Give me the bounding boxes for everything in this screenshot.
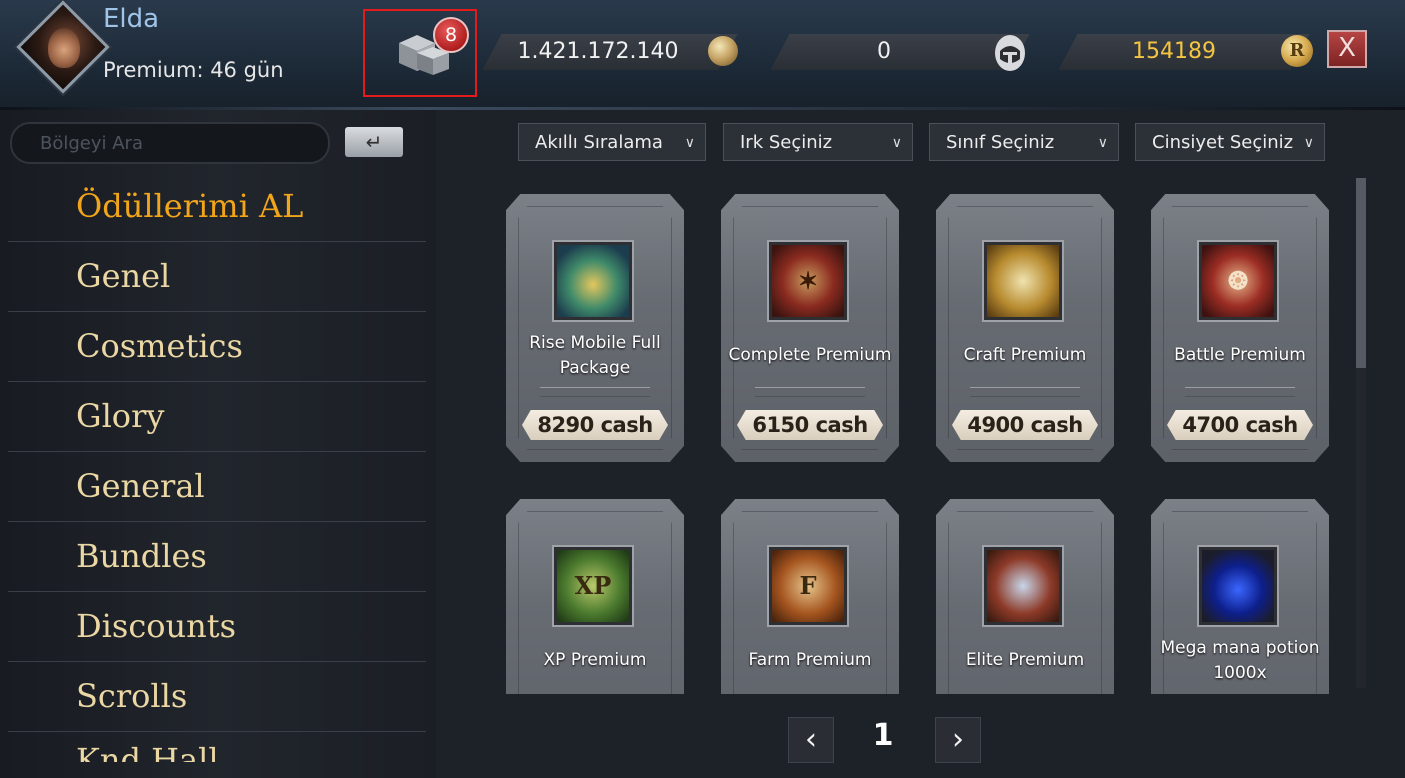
card-divider — [970, 387, 1080, 397]
grid-scrollbar[interactable] — [1356, 178, 1366, 688]
battle-scroll-icon: ❂ — [1199, 242, 1277, 320]
product-card[interactable]: Mega mana potion 1000x — [1151, 499, 1329, 694]
treasure-chest-icon — [554, 242, 632, 320]
gold-coin-icon — [708, 36, 738, 66]
sort-dropdown-label: Akıllı Sıralama — [535, 132, 663, 153]
race-dropdown[interactable]: Irk Seçiniz ∨ — [723, 123, 913, 161]
category-sidebar: ↵ Ödüllerimi AL Genel Cosmetics Glory Ge… — [0, 110, 436, 778]
class-dropdown-label: Sınıf Seçiniz — [946, 132, 1055, 153]
menu-item-discounts[interactable]: Discounts — [8, 592, 426, 662]
gender-dropdown-label: Cinsiyet Seçiniz — [1152, 132, 1294, 153]
close-button[interactable]: X — [1327, 30, 1367, 68]
product-card[interactable]: ✶ Complete Premium 6150 cash — [721, 194, 899, 462]
product-price: 4700 cash — [1167, 410, 1313, 440]
chevron-down-icon: ∨ — [684, 135, 695, 151]
product-card[interactable]: F Farm Premium — [721, 499, 899, 694]
class-dropdown[interactable]: Sınıf Seçiniz ∨ — [929, 123, 1119, 161]
avatar[interactable] — [16, 0, 110, 94]
parchment-icon — [984, 242, 1062, 320]
race-dropdown-label: Irk Seçiniz — [740, 132, 833, 153]
product-card[interactable]: XP XP Premium — [506, 499, 684, 694]
menu-item-cosmetics[interactable]: Cosmetics — [8, 312, 426, 382]
product-card[interactable]: Craft Premium 4900 cash — [936, 194, 1114, 462]
product-price: 4900 cash — [952, 410, 1098, 440]
xp-scroll-icon: XP — [554, 547, 632, 625]
search-enter-button[interactable]: ↵ — [345, 127, 403, 157]
product-name: Farm Premium — [748, 650, 872, 670]
gold-amount: 1.421.172.140 — [517, 39, 679, 64]
category-menu: Ödüllerimi AL Genel Cosmetics Glory Gene… — [8, 172, 426, 762]
product-name: Mega mana potion 1000x — [1160, 638, 1320, 683]
product-price: 6150 cash — [737, 410, 883, 440]
product-name: Rise Mobile Full Package — [529, 333, 661, 378]
menu-item-scrolls[interactable]: Scrolls — [8, 662, 426, 732]
scroll-icon: ✶ — [769, 242, 847, 320]
product-card[interactable]: Rise Mobile Full Package 8290 cash — [506, 194, 684, 462]
premium-status: Premium: 46 gün — [103, 58, 284, 82]
mana-potion-icon — [1199, 547, 1277, 625]
card-divider — [540, 387, 650, 397]
next-page-button[interactable]: › — [935, 717, 981, 763]
card-divider — [755, 387, 865, 397]
product-name: Elite Premium — [965, 650, 1085, 670]
sort-dropdown[interactable]: Akıllı Sıralama ∨ — [518, 123, 706, 161]
product-name: Craft Premium — [963, 345, 1087, 365]
product-card[interactable]: Elite Premium — [936, 499, 1114, 694]
product-price: 8290 cash — [522, 410, 668, 440]
scrollbar-thumb[interactable] — [1356, 178, 1366, 368]
player-name: Elda — [103, 4, 160, 34]
r-amount: 154189 — [1132, 39, 1216, 64]
rewards-count-badge: 8 — [433, 17, 469, 53]
chevron-down-icon: ∨ — [1097, 135, 1108, 151]
rewards-button[interactable]: 8 — [363, 9, 477, 97]
r-coin-icon: R — [1281, 35, 1313, 67]
menu-item-general[interactable]: General — [8, 452, 426, 522]
top-bar: Elda Premium: 46 gün 8 1.421.172.140 0 1… — [0, 0, 1405, 110]
prev-page-button[interactable]: ‹ — [788, 717, 834, 763]
avatar-portrait — [48, 28, 80, 68]
product-grid: Rise Mobile Full Package 8290 cash ✶ Com… — [488, 172, 1370, 694]
helmet-amount: 0 — [877, 39, 891, 64]
product-name: Battle Premium — [1174, 345, 1306, 365]
knight-helmet-icon — [995, 35, 1025, 71]
farm-scroll-icon: F — [769, 547, 847, 625]
current-page-number: 1 — [872, 718, 894, 753]
chevron-down-icon: ∨ — [1303, 135, 1314, 151]
menu-item-partial[interactable]: Knd Hall — [8, 732, 426, 762]
menu-item-genel[interactable]: Genel — [8, 242, 426, 312]
search-input[interactable] — [10, 122, 330, 164]
menu-item-rewards[interactable]: Ödüllerimi AL — [8, 172, 426, 242]
product-name: Complete Premium — [728, 345, 892, 365]
product-card[interactable]: ❂ Battle Premium 4700 cash — [1151, 194, 1329, 462]
chevron-down-icon: ∨ — [891, 135, 902, 151]
gender-dropdown[interactable]: Cinsiyet Seçiniz ∨ — [1135, 123, 1325, 161]
product-name: XP Premium — [543, 650, 647, 670]
menu-item-bundles[interactable]: Bundles — [8, 522, 426, 592]
elite-backpack-icon — [984, 547, 1062, 625]
card-divider — [1185, 387, 1295, 397]
menu-item-glory[interactable]: Glory — [8, 382, 426, 452]
